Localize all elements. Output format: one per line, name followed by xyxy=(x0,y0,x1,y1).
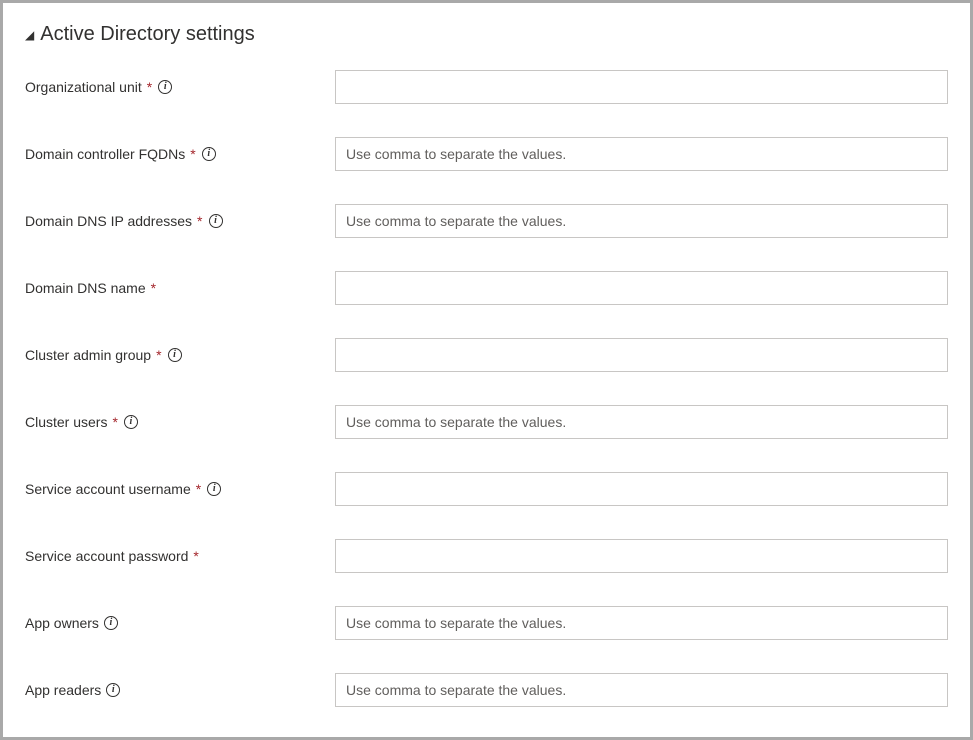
field-row-cluster-admin-group: Cluster admin group * i xyxy=(25,338,948,372)
info-icon[interactable]: i xyxy=(168,348,182,362)
required-indicator: * xyxy=(151,280,156,296)
field-label: App owners i xyxy=(25,615,335,631)
collapse-icon: ◢ xyxy=(25,28,34,42)
required-indicator: * xyxy=(156,347,161,363)
required-indicator: * xyxy=(147,79,152,95)
info-icon[interactable]: i xyxy=(209,214,223,228)
field-row-domain-dns-name: Domain DNS name * xyxy=(25,271,948,305)
field-row-domain-dns-ip: Domain DNS IP addresses * i xyxy=(25,204,948,238)
app-readers-input[interactable] xyxy=(335,673,948,707)
field-label: Domain DNS IP addresses * i xyxy=(25,213,335,229)
info-icon[interactable]: i xyxy=(158,80,172,94)
field-row-service-account-username: Service account username * i xyxy=(25,472,948,506)
info-icon[interactable]: i xyxy=(124,415,138,429)
field-label: App readers i xyxy=(25,682,335,698)
domain-controller-fqdns-input[interactable] xyxy=(335,137,948,171)
section-title: Active Directory settings xyxy=(40,23,255,46)
field-row-app-readers: App readers i xyxy=(25,673,948,707)
info-icon[interactable]: i xyxy=(202,147,216,161)
info-icon[interactable]: i xyxy=(104,616,118,630)
field-label: Cluster users * i xyxy=(25,414,335,430)
required-indicator: * xyxy=(190,146,195,162)
required-indicator: * xyxy=(112,414,117,430)
field-label: Service account username * i xyxy=(25,481,335,497)
required-indicator: * xyxy=(196,481,201,497)
cluster-users-input[interactable] xyxy=(335,405,948,439)
section-toggle-active-directory[interactable]: ◢ Active Directory settings xyxy=(25,23,948,46)
field-label: Cluster admin group * i xyxy=(25,347,335,363)
field-label: Domain DNS name * xyxy=(25,280,335,296)
service-account-password-input[interactable] xyxy=(335,539,948,573)
app-owners-input[interactable] xyxy=(335,606,948,640)
info-icon[interactable]: i xyxy=(207,482,221,496)
field-row-app-owners: App owners i xyxy=(25,606,948,640)
field-row-service-account-password: Service account password * xyxy=(25,539,948,573)
service-account-username-input[interactable] xyxy=(335,472,948,506)
field-label: Service account password * xyxy=(25,548,335,564)
field-row-domain-controller-fqdns: Domain controller FQDNs * i xyxy=(25,137,948,171)
required-indicator: * xyxy=(193,548,198,564)
domain-dns-name-input[interactable] xyxy=(335,271,948,305)
domain-dns-ip-input[interactable] xyxy=(335,204,948,238)
field-row-cluster-users: Cluster users * i xyxy=(25,405,948,439)
organizational-unit-input[interactable] xyxy=(335,70,948,104)
field-row-organizational-unit: Organizational unit * i xyxy=(25,70,948,104)
info-icon[interactable]: i xyxy=(106,683,120,697)
cluster-admin-group-input[interactable] xyxy=(335,338,948,372)
required-indicator: * xyxy=(197,213,202,229)
field-label: Domain controller FQDNs * i xyxy=(25,146,335,162)
field-label: Organizational unit * i xyxy=(25,79,335,95)
